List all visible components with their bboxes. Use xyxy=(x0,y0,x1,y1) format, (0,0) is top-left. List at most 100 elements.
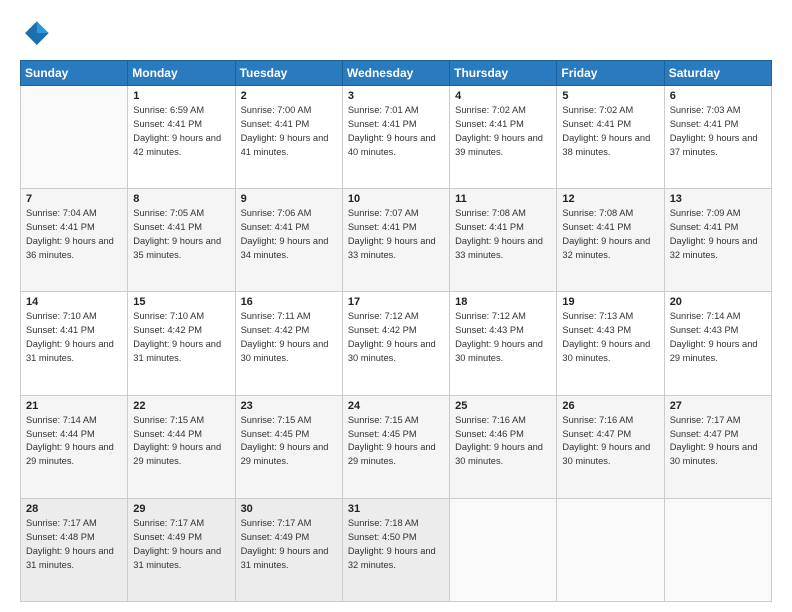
calendar-cell: 3 Sunrise: 7:01 AM Sunset: 4:41 PM Dayli… xyxy=(342,86,449,189)
sunset: Sunset: 4:42 PM xyxy=(133,324,230,338)
day-number: 12 xyxy=(562,193,659,205)
calendar-cell: 10 Sunrise: 7:07 AM Sunset: 4:41 PM Dayl… xyxy=(342,189,449,292)
calendar-cell: 14 Sunrise: 7:10 AM Sunset: 4:41 PM Dayl… xyxy=(21,292,128,395)
sunrise: Sunrise: 7:16 AM xyxy=(455,414,552,428)
calendar-cell: 23 Sunrise: 7:15 AM Sunset: 4:45 PM Dayl… xyxy=(235,395,342,498)
sunrise: Sunrise: 7:14 AM xyxy=(26,414,123,428)
calendar-cell: 13 Sunrise: 7:09 AM Sunset: 4:41 PM Dayl… xyxy=(664,189,771,292)
calendar-cell: 11 Sunrise: 7:08 AM Sunset: 4:41 PM Dayl… xyxy=(450,189,557,292)
sunrise: Sunrise: 7:13 AM xyxy=(562,310,659,324)
daylight: Daylight: 9 hours and 31 minutes. xyxy=(133,338,230,366)
sunrise: Sunrise: 7:15 AM xyxy=(241,414,338,428)
sunrise: Sunrise: 7:17 AM xyxy=(26,517,123,531)
day-info: Sunrise: 7:05 AM Sunset: 4:41 PM Dayligh… xyxy=(133,207,230,263)
sunset: Sunset: 4:41 PM xyxy=(562,118,659,132)
calendar-week-row: 1 Sunrise: 6:59 AM Sunset: 4:41 PM Dayli… xyxy=(21,86,772,189)
day-number: 20 xyxy=(670,296,767,308)
day-number: 30 xyxy=(241,503,338,515)
weekday-header: Tuesday xyxy=(235,61,342,86)
day-info: Sunrise: 7:10 AM Sunset: 4:42 PM Dayligh… xyxy=(133,310,230,366)
sunrise: Sunrise: 7:10 AM xyxy=(133,310,230,324)
day-number: 25 xyxy=(455,400,552,412)
day-info: Sunrise: 7:10 AM Sunset: 4:41 PM Dayligh… xyxy=(26,310,123,366)
sunset: Sunset: 4:41 PM xyxy=(26,324,123,338)
day-number: 22 xyxy=(133,400,230,412)
sunset: Sunset: 4:43 PM xyxy=(455,324,552,338)
sunrise: Sunrise: 7:06 AM xyxy=(241,207,338,221)
calendar-week-row: 14 Sunrise: 7:10 AM Sunset: 4:41 PM Dayl… xyxy=(21,292,772,395)
day-info: Sunrise: 7:11 AM Sunset: 4:42 PM Dayligh… xyxy=(241,310,338,366)
sunset: Sunset: 4:46 PM xyxy=(455,428,552,442)
day-info: Sunrise: 7:15 AM Sunset: 4:44 PM Dayligh… xyxy=(133,414,230,470)
sunrise: Sunrise: 7:04 AM xyxy=(26,207,123,221)
daylight: Daylight: 9 hours and 32 minutes. xyxy=(348,545,445,573)
calendar-cell: 7 Sunrise: 7:04 AM Sunset: 4:41 PM Dayli… xyxy=(21,189,128,292)
day-info: Sunrise: 7:14 AM Sunset: 4:44 PM Dayligh… xyxy=(26,414,123,470)
daylight: Daylight: 9 hours and 37 minutes. xyxy=(670,132,767,160)
day-number: 7 xyxy=(26,193,123,205)
calendar-cell: 8 Sunrise: 7:05 AM Sunset: 4:41 PM Dayli… xyxy=(128,189,235,292)
daylight: Daylight: 9 hours and 31 minutes. xyxy=(26,338,123,366)
sunrise: Sunrise: 7:08 AM xyxy=(562,207,659,221)
daylight: Daylight: 9 hours and 31 minutes. xyxy=(241,545,338,573)
daylight: Daylight: 9 hours and 30 minutes. xyxy=(562,338,659,366)
sunset: Sunset: 4:45 PM xyxy=(348,428,445,442)
sunrise: Sunrise: 7:12 AM xyxy=(348,310,445,324)
day-number: 14 xyxy=(26,296,123,308)
calendar-cell: 18 Sunrise: 7:12 AM Sunset: 4:43 PM Dayl… xyxy=(450,292,557,395)
day-info: Sunrise: 7:16 AM Sunset: 4:46 PM Dayligh… xyxy=(455,414,552,470)
sunset: Sunset: 4:47 PM xyxy=(562,428,659,442)
calendar-cell: 17 Sunrise: 7:12 AM Sunset: 4:42 PM Dayl… xyxy=(342,292,449,395)
sunset: Sunset: 4:43 PM xyxy=(670,324,767,338)
day-info: Sunrise: 7:08 AM Sunset: 4:41 PM Dayligh… xyxy=(455,207,552,263)
calendar-cell: 30 Sunrise: 7:17 AM Sunset: 4:49 PM Dayl… xyxy=(235,498,342,601)
calendar-cell: 4 Sunrise: 7:02 AM Sunset: 4:41 PM Dayli… xyxy=(450,86,557,189)
sunrise: Sunrise: 7:01 AM xyxy=(348,104,445,118)
sunset: Sunset: 4:41 PM xyxy=(241,118,338,132)
daylight: Daylight: 9 hours and 42 minutes. xyxy=(133,132,230,160)
sunset: Sunset: 4:41 PM xyxy=(26,221,123,235)
calendar-cell: 31 Sunrise: 7:18 AM Sunset: 4:50 PM Dayl… xyxy=(342,498,449,601)
calendar-cell: 22 Sunrise: 7:15 AM Sunset: 4:44 PM Dayl… xyxy=(128,395,235,498)
sunset: Sunset: 4:45 PM xyxy=(241,428,338,442)
daylight: Daylight: 9 hours and 31 minutes. xyxy=(133,545,230,573)
sunrise: Sunrise: 7:18 AM xyxy=(348,517,445,531)
day-number: 24 xyxy=(348,400,445,412)
sunrise: Sunrise: 7:15 AM xyxy=(133,414,230,428)
sunset: Sunset: 4:41 PM xyxy=(562,221,659,235)
weekday-header: Sunday xyxy=(21,61,128,86)
day-info: Sunrise: 7:01 AM Sunset: 4:41 PM Dayligh… xyxy=(348,104,445,160)
daylight: Daylight: 9 hours and 30 minutes. xyxy=(348,338,445,366)
day-number: 15 xyxy=(133,296,230,308)
daylight: Daylight: 9 hours and 32 minutes. xyxy=(670,235,767,263)
daylight: Daylight: 9 hours and 41 minutes. xyxy=(241,132,338,160)
calendar-table: SundayMondayTuesdayWednesdayThursdayFrid… xyxy=(20,60,772,602)
daylight: Daylight: 9 hours and 29 minutes. xyxy=(241,441,338,469)
sunset: Sunset: 4:48 PM xyxy=(26,531,123,545)
day-number: 6 xyxy=(670,90,767,102)
calendar-cell xyxy=(450,498,557,601)
day-info: Sunrise: 7:02 AM Sunset: 4:41 PM Dayligh… xyxy=(455,104,552,160)
day-number: 11 xyxy=(455,193,552,205)
day-number: 5 xyxy=(562,90,659,102)
calendar-week-row: 7 Sunrise: 7:04 AM Sunset: 4:41 PM Dayli… xyxy=(21,189,772,292)
day-info: Sunrise: 7:18 AM Sunset: 4:50 PM Dayligh… xyxy=(348,517,445,573)
day-number: 23 xyxy=(241,400,338,412)
day-info: Sunrise: 7:17 AM Sunset: 4:49 PM Dayligh… xyxy=(241,517,338,573)
logo-icon xyxy=(20,18,52,50)
day-info: Sunrise: 7:14 AM Sunset: 4:43 PM Dayligh… xyxy=(670,310,767,366)
day-info: Sunrise: 7:04 AM Sunset: 4:41 PM Dayligh… xyxy=(26,207,123,263)
day-info: Sunrise: 6:59 AM Sunset: 4:41 PM Dayligh… xyxy=(133,104,230,160)
day-info: Sunrise: 7:17 AM Sunset: 4:48 PM Dayligh… xyxy=(26,517,123,573)
sunset: Sunset: 4:41 PM xyxy=(670,221,767,235)
sunrise: Sunrise: 7:17 AM xyxy=(133,517,230,531)
sunrise: Sunrise: 7:16 AM xyxy=(562,414,659,428)
calendar-cell: 19 Sunrise: 7:13 AM Sunset: 4:43 PM Dayl… xyxy=(557,292,664,395)
day-number: 8 xyxy=(133,193,230,205)
day-number: 4 xyxy=(455,90,552,102)
sunrise: Sunrise: 7:00 AM xyxy=(241,104,338,118)
calendar-cell: 24 Sunrise: 7:15 AM Sunset: 4:45 PM Dayl… xyxy=(342,395,449,498)
day-info: Sunrise: 7:03 AM Sunset: 4:41 PM Dayligh… xyxy=(670,104,767,160)
sunrise: Sunrise: 7:07 AM xyxy=(348,207,445,221)
day-number: 16 xyxy=(241,296,338,308)
